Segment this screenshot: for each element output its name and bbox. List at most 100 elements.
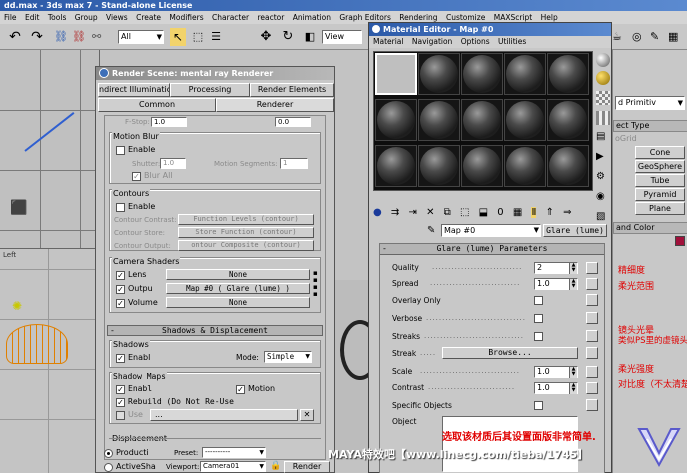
plane-button[interactable]: Plane xyxy=(635,202,685,215)
verbose-map-button[interactable] xyxy=(586,312,598,324)
bind-icon[interactable]: ⚯ xyxy=(92,28,108,46)
shadows-displacement-rollout[interactable]: - Shadows & Displacement xyxy=(107,325,323,336)
active-shade-icon[interactable]: ▦ xyxy=(668,28,682,46)
sample-slot-10[interactable] xyxy=(547,99,589,141)
menu-modifiers[interactable]: Modifiers xyxy=(169,13,203,22)
sample-slot-14[interactable] xyxy=(504,145,546,187)
make-copy-icon[interactable]: ⧉ xyxy=(444,207,451,218)
options-icon[interactable]: ⚙ xyxy=(596,171,605,182)
activeshade-radio[interactable] xyxy=(104,463,113,472)
me-menu-options[interactable]: Options xyxy=(461,37,490,46)
assign-to-selection-icon[interactable]: ⇥ xyxy=(409,207,417,218)
sample-slot-6[interactable] xyxy=(375,99,417,141)
viewport-label[interactable]: Left xyxy=(3,251,16,259)
make-unique-icon[interactable]: ⬚ xyxy=(460,207,469,218)
shadow-maps-enable-checkbox[interactable]: ✓ xyxy=(116,385,125,394)
menu-customize[interactable]: Customize xyxy=(446,13,485,22)
material-id-icon[interactable]: 0 xyxy=(497,207,503,218)
tab-indirect-illumination[interactable]: ndirect Illuminatio xyxy=(98,83,170,97)
overlay-only-map-button[interactable] xyxy=(586,294,598,306)
redo-icon[interactable]: ↷ xyxy=(28,28,46,46)
lens-checkbox[interactable]: ✓ xyxy=(116,271,125,280)
tube-button[interactable]: Tube xyxy=(635,174,685,187)
sample-slot-13[interactable] xyxy=(461,145,503,187)
scale-map-button[interactable] xyxy=(586,366,598,378)
unlink-icon[interactable]: ⛓ xyxy=(72,28,88,46)
sample-slot-12[interactable] xyxy=(418,145,460,187)
menu-animation[interactable]: Animation xyxy=(293,13,331,22)
shutter-field[interactable]: 1.0 xyxy=(160,158,186,169)
specific-objects-map-button[interactable] xyxy=(586,399,598,411)
show-end-result-icon[interactable]: Ⅱ xyxy=(531,207,537,218)
motion-segments-field[interactable]: 1 xyxy=(280,158,308,169)
verbose-checkbox[interactable] xyxy=(534,314,543,323)
menu-views[interactable]: Views xyxy=(106,13,128,22)
teapot-icon[interactable]: ☕ xyxy=(612,28,626,46)
geosphere-button[interactable]: GeoSphere xyxy=(635,160,685,173)
sample-type-icon[interactable] xyxy=(596,53,610,67)
tab-render-elements[interactable]: Render Elements xyxy=(250,83,334,97)
volume-shader-button[interactable]: None xyxy=(166,297,310,308)
lock-icon[interactable]: 🔒 xyxy=(270,461,281,471)
use-file-button[interactable]: ... xyxy=(150,409,298,421)
menu-tools[interactable]: Tools xyxy=(48,13,66,22)
streaks-checkbox[interactable] xyxy=(534,332,543,341)
go-to-parent-icon[interactable]: ⇑ xyxy=(546,207,554,218)
viewport-left[interactable]: Left ✺ xyxy=(0,248,100,473)
map-type-button[interactable]: Glare (lume) xyxy=(543,224,607,237)
map-name-dropdown[interactable]: Map #0 ▼ xyxy=(441,224,541,237)
sample-slot-5[interactable] xyxy=(547,53,589,95)
shadows-enable-checkbox[interactable]: ✓ xyxy=(116,354,125,363)
select-by-name-icon[interactable]: ☰ xyxy=(208,28,224,46)
fstop-field-2[interactable]: 0.0 xyxy=(275,117,311,127)
lens-shader-button[interactable]: None xyxy=(166,269,310,280)
tab-common[interactable]: Common xyxy=(98,98,216,112)
primitive-type-dropdown[interactable]: d Primitiv ▼ xyxy=(615,96,685,110)
contour-contrast-button[interactable]: Function Levels (contour) xyxy=(178,214,314,225)
object-list[interactable] xyxy=(442,416,578,472)
use-checkbox[interactable] xyxy=(116,411,125,420)
sample-slot-15[interactable] xyxy=(547,145,589,187)
sample-slot-4[interactable] xyxy=(504,53,546,95)
go-forward-sibling-icon[interactable]: ⇒ xyxy=(563,207,571,218)
menu-create[interactable]: Create xyxy=(136,13,161,22)
video-color-check-icon[interactable]: ▤ xyxy=(596,131,605,142)
render-icon[interactable]: ◎ xyxy=(632,28,646,46)
select-scale-icon[interactable]: ◧ xyxy=(302,28,318,46)
spinner-icon[interactable]: ▲ ▼ xyxy=(569,383,577,394)
put-to-library-icon[interactable]: ⬓ xyxy=(479,207,488,218)
motion-checkbox[interactable]: ✓ xyxy=(236,385,245,394)
tab-processing[interactable]: Processing xyxy=(170,83,250,97)
contour-store-button[interactable]: Store Function (contour) xyxy=(178,227,314,238)
contrast-map-button[interactable] xyxy=(586,382,598,394)
eyedropper-icon[interactable]: ✎ xyxy=(427,225,435,236)
fstop-field[interactable]: 1.0 xyxy=(151,117,187,127)
make-preview-icon[interactable]: ▶ xyxy=(596,151,604,162)
shadow-mode-dropdown[interactable]: Simple ▼ xyxy=(264,351,312,363)
blur-all-checkbox[interactable]: ✓ xyxy=(132,172,141,181)
object-color-swatch[interactable] xyxy=(675,236,685,246)
select-region-icon[interactable]: ⬚ xyxy=(190,28,206,46)
menu-edit[interactable]: Edit xyxy=(25,13,40,22)
background-icon[interactable] xyxy=(596,91,610,105)
sample-slot-3[interactable] xyxy=(461,53,503,95)
light-icon[interactable]: ✺ xyxy=(12,299,22,313)
output-shader-button[interactable]: Map #0 ( Glare (lume) ) xyxy=(166,283,310,294)
streaks-map-button[interactable] xyxy=(586,330,598,342)
spinner-icon[interactable]: ▲ ▼ xyxy=(569,279,577,290)
material-navigator-icon[interactable]: ▧ xyxy=(596,211,605,222)
select-rotate-icon[interactable]: ↻ xyxy=(280,28,296,46)
spinner-icon[interactable]: ▲ ▼ xyxy=(569,263,577,274)
put-to-scene-icon[interactable]: ⇉ xyxy=(391,207,399,218)
pyramid-button[interactable]: Pyramid xyxy=(635,188,685,201)
overlay-only-checkbox[interactable] xyxy=(534,296,543,305)
streak-map-button[interactable] xyxy=(586,347,598,359)
camera-icon[interactable]: ⬛ xyxy=(10,200,27,216)
production-radio[interactable] xyxy=(104,449,113,458)
menu-graph-editors[interactable]: Graph Editors xyxy=(339,13,391,22)
menu-character[interactable]: Character xyxy=(212,13,249,22)
name-color-rollout[interactable]: and Color xyxy=(613,222,687,234)
quick-render-icon[interactable]: ✎ xyxy=(650,28,664,46)
me-menu-material[interactable]: Material xyxy=(373,37,403,46)
reference-coord-dropdown[interactable]: View xyxy=(322,30,362,44)
